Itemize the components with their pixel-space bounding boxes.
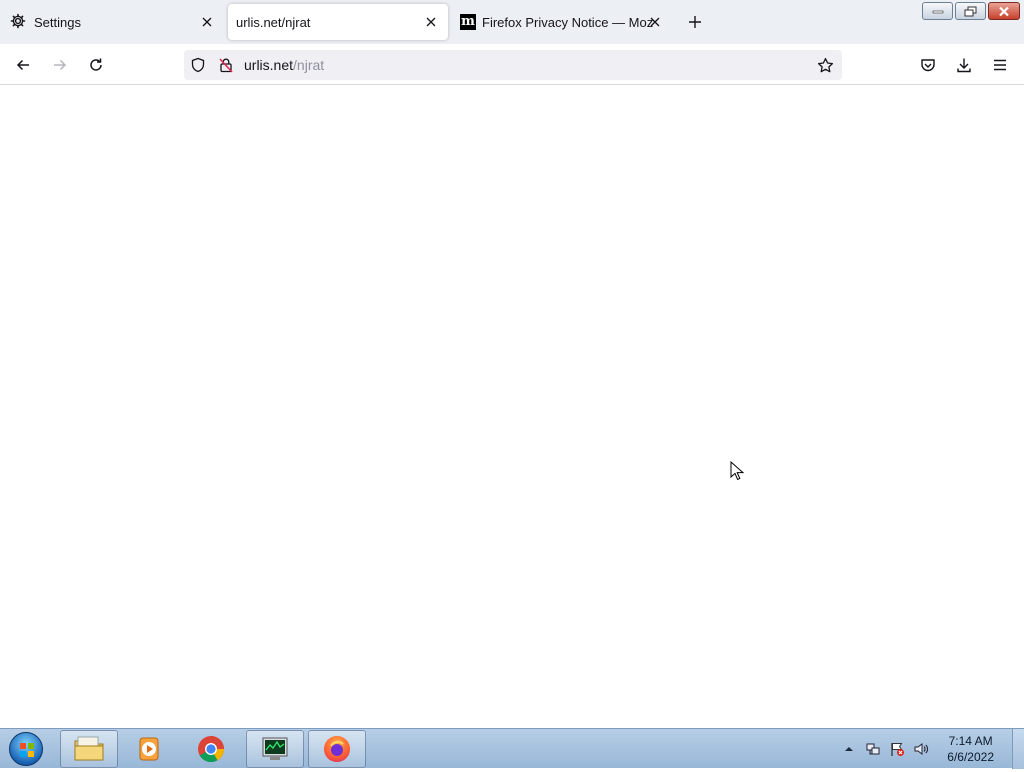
url-domain: urlis.net (244, 57, 294, 73)
tab-settings[interactable]: Settings (2, 4, 224, 40)
task-manager-icon (262, 737, 288, 760)
hamburger-menu-icon (994, 59, 1006, 71)
url-path: /njrat (293, 57, 325, 73)
chrome-icon (198, 736, 225, 763)
taskbar-media-player[interactable] (120, 730, 178, 768)
address-bar[interactable]: urlis.net/njrat (184, 50, 842, 80)
restore-button[interactable] (955, 2, 986, 20)
firefox-icon (324, 736, 350, 762)
pocket-icon (921, 59, 935, 72)
mozilla-m-icon: m (460, 14, 476, 30)
navigation-toolbar: urlis.net/njrat (0, 44, 1024, 85)
close-tab-icon[interactable] (646, 13, 664, 31)
app-menu-button[interactable] (987, 52, 1013, 78)
taskbar-file-explorer[interactable] (60, 730, 118, 768)
tab-firefox-privacy-notice[interactable]: m Firefox Privacy Notice — Mozilla (452, 4, 670, 40)
action-center-flag-icon[interactable] (889, 741, 905, 757)
pocket-button[interactable] (915, 52, 941, 78)
downloads-button[interactable] (951, 52, 977, 78)
back-arrow-icon (16, 59, 29, 71)
gear-icon (10, 13, 26, 32)
clock-time: 7:14 AM (948, 734, 993, 748)
forward-arrow-icon (54, 59, 67, 71)
network-icon[interactable] (865, 741, 881, 757)
windows-logo-icon (9, 732, 43, 766)
tab-strip: Settings urlis.net/njrat m Firefox Priva… (0, 0, 1024, 44)
close-tab-icon[interactable] (422, 13, 440, 31)
folder-icon (74, 736, 104, 761)
taskbar-firefox[interactable] (308, 730, 366, 768)
tab-urlis-active[interactable]: urlis.net/njrat (228, 4, 448, 40)
new-tab-button[interactable] (684, 11, 706, 33)
forward-button[interactable] (47, 52, 73, 78)
reload-icon (90, 58, 102, 71)
show-hidden-icons-chevron-icon[interactable] (841, 741, 857, 757)
insecure-lock-icon[interactable] (217, 56, 235, 74)
download-icon (957, 58, 971, 73)
tab-label: Firefox Privacy Notice — Mozilla (482, 14, 654, 30)
windows-taskbar: 7:14 AM 6/6/2022 (0, 728, 1024, 769)
system-tray: 7:14 AM 6/6/2022 (841, 729, 1000, 769)
clock-date: 6/6/2022 (947, 750, 994, 764)
tab-label: Settings (34, 14, 81, 30)
url-text[interactable]: urlis.net/njrat (244, 57, 324, 73)
back-button[interactable] (10, 52, 36, 78)
close-window-button[interactable] (988, 2, 1020, 20)
bookmark-star-icon[interactable] (816, 56, 834, 74)
window-controls (922, 2, 1020, 20)
plus-icon (689, 16, 701, 28)
minimize-button[interactable] (922, 2, 953, 20)
volume-icon[interactable] (913, 741, 929, 757)
tracking-protection-shield-icon[interactable] (189, 56, 207, 74)
tab-label: urlis.net/njrat (236, 14, 311, 30)
start-button[interactable] (6, 730, 46, 768)
taskbar-chrome[interactable] (182, 730, 240, 768)
reload-button[interactable] (83, 52, 109, 78)
mouse-cursor-icon (730, 461, 744, 481)
page-content-area[interactable] (0, 86, 1024, 728)
show-desktop-button[interactable] (1012, 729, 1024, 769)
media-player-icon (139, 737, 159, 761)
taskbar-clock[interactable]: 7:14 AM 6/6/2022 (947, 733, 994, 765)
close-tab-icon[interactable] (198, 13, 216, 31)
taskbar-task-manager[interactable] (246, 730, 304, 768)
